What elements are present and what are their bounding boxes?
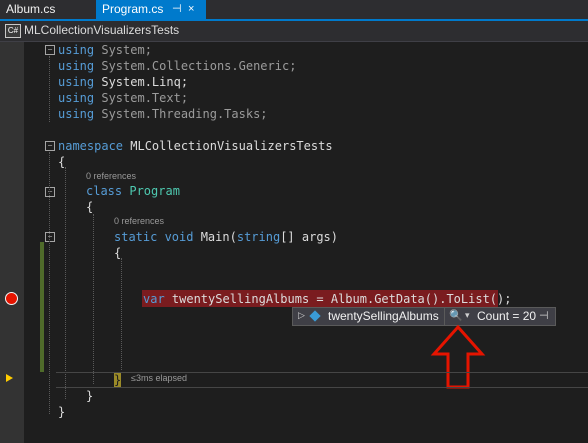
codelens-references[interactable]: 0 references [86,171,136,181]
indent-guide [65,167,66,399]
csharp-project-icon: C# [5,24,21,38]
outline-guide [49,56,50,122]
debugger-datatip[interactable]: ▷ twentySellingAlbums 🔍 ▾ Count = 20 ⊣ [292,307,556,326]
instruction-pointer-icon [6,374,13,382]
code-line: } [58,405,66,419]
collapse-toggle-namespace[interactable]: − [45,141,55,151]
separator [444,308,445,325]
pin-icon[interactable]: ⊣ [172,0,182,19]
project-dropdown[interactable]: MLCollectionVisualizersTests [24,23,179,37]
indent-guide [121,258,122,370]
tab-label: Program.cs [102,2,164,16]
datatip-value: Count = 20 [477,309,537,323]
code-line: using System.Collections.Generic; [58,59,297,73]
document-tab-bar: Album.cs Program.cs ⊣ × [0,0,588,19]
collapse-toggle-class[interactable]: − [45,187,55,197]
code-line: using System.Linq; [58,75,189,89]
tab-album-cs[interactable]: Album.cs [0,0,96,19]
outline-guide [49,152,50,414]
datatip-variable-name: twentySellingAlbums [328,309,439,323]
code-line: using System; [58,43,152,57]
codelens-references[interactable]: 0 references [114,216,164,226]
collapse-toggle-method[interactable]: − [45,232,55,242]
perftip-elapsed[interactable]: ≤3ms elapsed [131,373,187,383]
indent-guide [93,214,94,384]
variable-object-icon [309,310,321,322]
code-line: { [86,200,94,214]
expand-icon[interactable]: ▷ [298,310,305,321]
breakpoint-icon[interactable] [5,292,18,305]
code-line: using System.Text; [58,91,189,105]
magnifier-icon[interactable]: 🔍 [449,309,463,322]
code-line: } [86,389,94,403]
tab-program-cs[interactable]: Program.cs ⊣ × [96,0,206,19]
code-line: { [58,155,66,169]
collapse-toggle-usings[interactable]: − [45,45,55,55]
navigation-bar: C# MLCollectionVisualizersTests [0,21,588,42]
code-line: static void Main(string[] args) [114,230,338,244]
code-line: var twentySellingAlbums = Album.GetData(… [143,292,512,306]
code-line: class Program [86,184,180,198]
indicator-margin[interactable] [0,42,24,443]
code-editor[interactable]: − − − − using System; using System.Colle… [0,42,588,443]
code-line: namespace MLCollectionVisualizersTests [58,139,333,153]
visualizer-dropdown-icon[interactable]: ▾ [465,310,470,321]
pin-icon[interactable]: ⊣ [539,309,549,322]
tab-label: Album.cs [6,2,56,16]
close-icon[interactable]: × [188,0,194,19]
code-line: { [114,246,122,260]
code-line: using System.Threading.Tasks; [58,107,268,121]
change-tracking-bar [40,242,44,372]
code-line: } [114,373,122,387]
